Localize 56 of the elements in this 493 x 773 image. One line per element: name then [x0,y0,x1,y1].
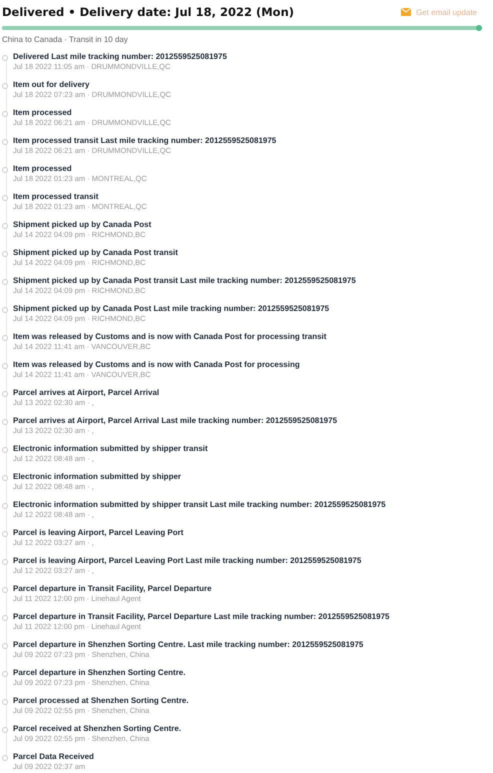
timeline-dot [2,671,8,677]
event-title: Parcel is leaving Airport, Parcel Leaving Port [13,528,184,538]
timeline-dot [2,755,8,761]
event-title: Parcel departure in Transit Facility, Parcel Departure [13,584,213,594]
event-title: Electronic information submitted by shipper transit [13,444,209,454]
email-update-link[interactable]: Get email update [401,8,477,16]
timeline-dot [2,279,8,285]
timeline-dot [2,699,8,705]
event-title: Item processed transit [13,192,100,202]
timeline-dot [2,559,8,565]
event-title: Parcel is leaving Airport, Parcel Leaving Port Last mile tracking number: 2012559525081975 [13,556,362,566]
event-title: Shipment picked up by Canada Post transit Last mile tracking number: 2012559525081975 [13,276,357,286]
event-title: Parcel arrives at Airport, Parcel Arrival [13,388,160,398]
event-title: Parcel arrives at Airport, Parcel Arrival Last mile tracking number: 2012559525081975 [13,416,338,426]
timeline-dot [2,363,8,369]
timeline-dot [2,419,8,425]
timeline-dot [2,223,8,229]
timeline-dot [2,111,8,117]
envelope-icon [401,8,412,16]
timeline-dot [2,447,8,453]
timeline-dot [2,139,8,145]
timeline-dot [2,251,8,257]
timeline-dot [2,615,8,621]
timeline-dot [2,587,8,593]
timeline-dot [2,643,8,649]
timeline-dot [2,391,8,397]
route-summary: China to Canada · Transit in 10 day [2,35,129,44]
event-title: Electronic information submitted by shipper transit Last mile tracking number: 2012559525081975 [13,500,387,510]
timeline-dot [2,307,8,313]
event-title: Parcel received at Shenzhen Sorting Centre. [13,724,182,734]
event-title: Electronic information submitted by shipper [13,472,182,482]
event-title: Parcel Data Received [13,752,95,762]
timeline-dot [2,531,8,537]
event-title: Item out for delivery [13,80,90,90]
event-title: Shipment picked up by Canada Post Last mile tracking number: 2012559525081975 [13,304,330,314]
timeline-dot [2,503,8,509]
timeline-dot [2,475,8,481]
timeline-dot [2,83,8,89]
event-title: Item was released by Customs and is now with Canada Post for processing [13,360,301,370]
timeline-dot [2,727,8,733]
event-title: Delivered Last mile tracking number: 2012559525081975 [13,52,228,62]
event-title: Item processed [13,108,73,118]
event-title: Shipment picked up by Canada Post transit [13,248,179,258]
event-title: Item processed transit Last mile tracking number: 2012559525081975 [13,136,278,146]
event-title: Shipment picked up by Canada Post [13,220,152,230]
event-title: Parcel departure in Shenzhen Sorting Centre. [13,668,186,678]
event-title: Parcel departure in Transit Facility, Parcel Departure Last mile tracking number: 2012559525081975 [13,612,390,622]
timeline-dot [2,55,8,61]
delivery-status-title: Delivered • Delivery date: Jul 18, 2022 (Mon) [2,5,294,19]
timeline-dot [2,335,8,341]
timeline-dot [2,167,8,173]
event-title: Parcel departure in Shenzhen Sorting Centre. Last mile tracking number: 2012559525081975 [13,640,364,650]
event-title: Item processed [13,164,73,174]
event-title: Item was released by Customs and is now with Canada Post for processing transit [13,332,328,342]
event-title: Parcel processed at Shenzhen Sorting Centre. [13,696,190,706]
timeline-dot [2,195,8,201]
